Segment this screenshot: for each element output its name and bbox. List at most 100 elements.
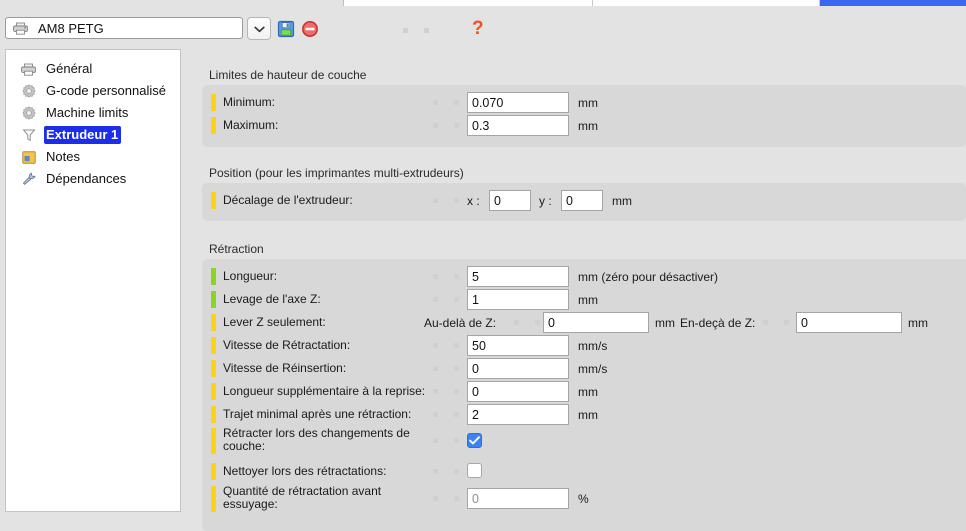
sidebar-item-custom-gcode[interactable]: G-code personnalisé <box>6 80 180 102</box>
row-dots <box>433 366 459 371</box>
row-dots <box>433 274 459 279</box>
value-marker-icon <box>211 291 216 308</box>
lock-dot-icon[interactable] <box>454 496 459 501</box>
reset-dot-icon[interactable] <box>433 100 438 105</box>
lock-dot-icon[interactable] <box>454 198 459 203</box>
row-retract-speed: Vitesse de Rétractation: 50 mm/s <box>202 334 966 357</box>
z-lift-input[interactable]: 1 <box>467 289 569 310</box>
check-icon <box>469 436 480 445</box>
chevron-down-icon <box>254 22 265 36</box>
extruder-offset-y-input[interactable]: 0 <box>561 190 603 211</box>
row-maximum: Maximum: 0.3 mm <box>202 114 966 137</box>
retract-on-layer-change-checkbox[interactable] <box>467 433 482 448</box>
wipe-while-retracting-checkbox[interactable] <box>467 463 482 478</box>
reset-dot-icon[interactable] <box>763 320 768 325</box>
value-marker-icon <box>211 406 216 423</box>
reset-dot-icon[interactable] <box>433 366 438 371</box>
lock-dot-icon[interactable] <box>454 297 459 302</box>
extra-restart-length-input[interactable]: 0 <box>467 381 569 402</box>
lock-dot-icon[interactable] <box>454 274 459 279</box>
preset-dropdown-button[interactable] <box>247 17 271 40</box>
section-panel: Minimum: 0.070 mm Maximum: 0.3 <box>202 85 966 147</box>
row-dots <box>433 123 459 128</box>
offset-y-label: y : <box>539 194 552 208</box>
row-dots <box>433 438 459 443</box>
reset-dot-icon[interactable] <box>514 320 519 325</box>
sidebar-item-notes[interactable]: Notes <box>6 146 180 168</box>
save-floppy-icon <box>277 27 295 41</box>
row-dots <box>433 297 459 302</box>
extruder-offset-x-input[interactable]: 0 <box>489 190 531 211</box>
deretract-speed-input[interactable]: 0 <box>467 358 569 379</box>
reset-dot-icon[interactable] <box>433 198 438 203</box>
row-label: Trajet minimal après une rétraction: <box>223 408 411 421</box>
row-dots <box>433 496 459 501</box>
sidebar-item-label: G-code personnalisé <box>44 82 169 100</box>
retract-length-input[interactable]: 5 <box>467 266 569 287</box>
reset-dot-icon[interactable] <box>433 496 438 501</box>
row-dots <box>433 389 459 394</box>
reset-dot-icon[interactable] <box>433 297 438 302</box>
lock-dot-icon[interactable] <box>454 438 459 443</box>
row-unit: mm <box>578 293 598 307</box>
save-preset-button[interactable] <box>277 20 295 38</box>
wrench-icon <box>20 172 37 186</box>
row-label: Longueur supplémentaire à la reprise: <box>223 385 425 398</box>
row-unit: mm/s <box>578 362 607 376</box>
row-dots <box>433 343 459 348</box>
simple-mode-dot-icon[interactable] <box>403 28 408 33</box>
row-label: Décalage de l'extrudeur: <box>223 194 353 207</box>
retract-speed-input[interactable]: 50 <box>467 335 569 356</box>
sidebar-item-machine-limits[interactable]: Machine limits <box>6 102 180 124</box>
lock-dot-icon[interactable] <box>454 389 459 394</box>
min-travel-input[interactable]: 2 <box>467 404 569 425</box>
z-lift-below-input[interactable]: 0 <box>796 312 902 333</box>
reset-dot-icon[interactable] <box>433 389 438 394</box>
gear-icon <box>20 106 37 120</box>
row-label: Levage de l'axe Z: <box>223 293 321 306</box>
lock-dot-icon[interactable] <box>454 412 459 417</box>
row-dots <box>433 412 459 417</box>
row-unit: mm/s <box>578 339 607 353</box>
value-marker-icon <box>211 94 216 111</box>
toolbar-mode-dots <box>403 28 429 33</box>
section-panel: Longueur: 5 mm (zéro pour désactiver) Le… <box>202 259 966 531</box>
z-lift-above-input[interactable]: 0 <box>543 312 649 333</box>
value-marker-icon <box>211 117 216 134</box>
reset-dot-icon[interactable] <box>433 469 438 474</box>
lock-dot-icon[interactable] <box>454 123 459 128</box>
sidebar-item-general[interactable]: Général <box>6 58 180 80</box>
reset-dot-icon[interactable] <box>433 343 438 348</box>
row-unit: mm <box>612 194 632 208</box>
delete-preset-button[interactable] <box>301 20 319 38</box>
sidebar-item-extruder-1[interactable]: Extrudeur 1 <box>6 124 180 146</box>
row-unit: % <box>578 492 589 506</box>
note-icon <box>20 151 37 164</box>
row-z-lift: Levage de l'axe Z: 1 mm <box>202 288 966 311</box>
question-mark-icon[interactable]: ? <box>472 19 484 38</box>
value-marker-icon <box>211 360 216 377</box>
reset-dot-icon[interactable] <box>433 438 438 443</box>
printer-preset-combobox[interactable]: AM8 PETG <box>5 17 243 39</box>
row-wipe-while-retracting: Nettoyer lors des rétractations: <box>202 460 966 483</box>
settings-sidebar: Général G-code personnalisé Machine limi… <box>5 49 181 512</box>
expert-mode-dot-icon[interactable] <box>424 28 429 33</box>
row-minimum: Minimum: 0.070 mm <box>202 91 966 114</box>
lock-dot-icon[interactable] <box>454 366 459 371</box>
retract-before-wipe-input[interactable]: 0 <box>467 488 569 509</box>
min-layer-height-input[interactable]: 0.070 <box>467 92 569 113</box>
sidebar-item-dependances[interactable]: Dépendances <box>6 168 180 190</box>
value-marker-icon <box>211 463 216 480</box>
lock-dot-icon[interactable] <box>535 320 540 325</box>
reset-dot-icon[interactable] <box>433 412 438 417</box>
max-layer-height-input[interactable]: 0.3 <box>467 115 569 136</box>
reset-dot-icon[interactable] <box>433 274 438 279</box>
lock-dot-icon[interactable] <box>454 469 459 474</box>
row-deretract-speed: Vitesse de Réinsertion: 0 mm/s <box>202 357 966 380</box>
main-area: Général G-code personnalisé Machine limi… <box>0 46 966 515</box>
lock-dot-icon[interactable] <box>454 343 459 348</box>
reset-dot-icon[interactable] <box>433 123 438 128</box>
printer-icon <box>20 63 37 76</box>
lock-dot-icon[interactable] <box>784 320 789 325</box>
lock-dot-icon[interactable] <box>454 100 459 105</box>
